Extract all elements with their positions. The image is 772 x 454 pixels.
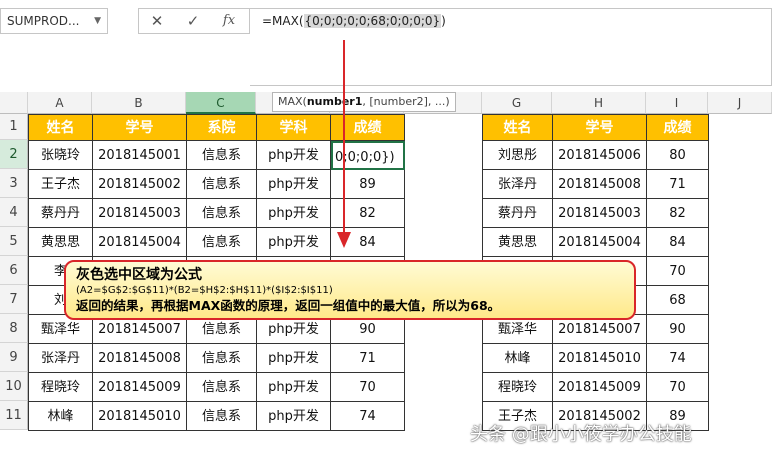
explanation-callout: 灰色选中区域为公式 (A2=$G$2:$G$11)*(B2=$H$2:$H$11… [64, 260, 636, 320]
excel-window: SUMPROD... ▼ ✕ ✓ fx =MAX({0;0;0;0;0;68;0… [0, 0, 772, 454]
callout-explanation: 返回的结果，再根据MAX函数的原理，返回一组值中的最大值，所以为68。 [76, 298, 501, 313]
watermark: 头条 @跟小小筱学办公技能 [470, 424, 692, 445]
callout-formula: (A2=$G$2:$G$11)*(B2=$H$2:$H$11)*($I$2:$I… [76, 285, 333, 296]
callout-title: 灰色选中区域为公式 [76, 267, 202, 283]
red-arrow-annotation [337, 40, 351, 248]
arrow-head [337, 232, 351, 248]
